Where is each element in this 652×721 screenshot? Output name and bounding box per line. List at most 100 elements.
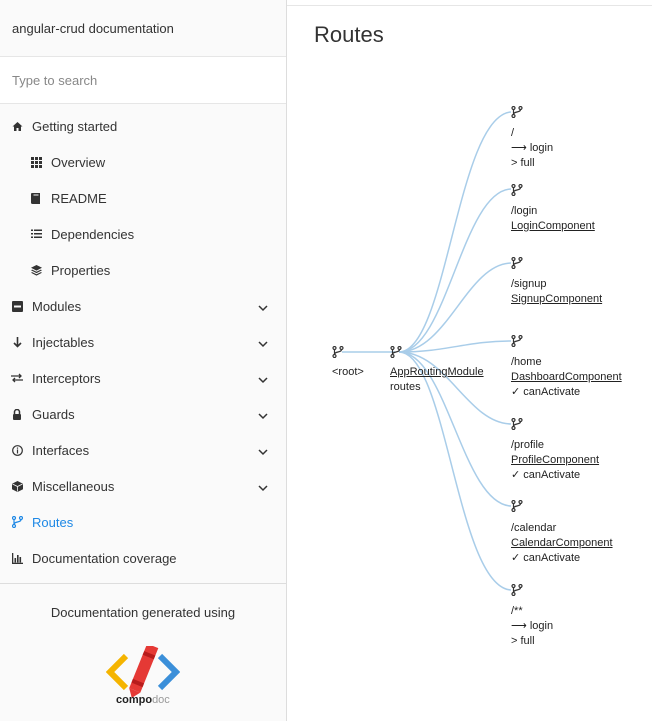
sidebar-menu: Getting started Overview README Dependen… [0,104,286,576]
sidebar-item-interceptors[interactable]: Interceptors [0,360,286,396]
route-redirect: ⟶ login [511,142,554,154]
route-guard: ✓ canActivate [511,386,581,398]
module-link[interactable]: AppRoutingModule [390,365,484,380]
route-path: /** [511,605,523,617]
route-node: /home DashboardComponent ✓ canActivate [511,355,622,400]
branch-icon [332,346,344,358]
arrow-down-icon [11,336,23,348]
route-node: /signup SignupComponent [511,277,602,307]
route-guard: ✓ canActivate [511,552,581,564]
route-node: / ⟶ login > full [511,126,553,171]
footer-text: Documentation generated using [50,605,236,620]
sidebar-item-label: Dependencies [51,226,135,242]
search-box [0,57,286,104]
sidebar-item-label: Miscellaneous [32,478,115,494]
module-node: AppRoutingModule routes [390,365,484,395]
branch-icon [511,335,523,347]
sidebar-item-label: Documentation coverage [32,550,177,566]
branch-icon [511,418,523,430]
edge-module-route-2 [398,188,512,353]
sidebar-item-documentation-coverage[interactable]: Documentation coverage [0,540,286,576]
root-node: <root> [332,365,364,380]
sidebar-item-modules[interactable]: Modules [0,288,286,324]
sidebar-item-getting-started[interactable]: Getting started [0,108,286,144]
route-node: /profile ProfileComponent ✓ canActivate [511,438,599,483]
route-path: / [511,127,515,139]
home-icon [11,120,23,132]
project-title[interactable]: angular-crud documentation [0,0,286,57]
edge-module-route-1 [398,111,512,353]
sidebar-item-label: Injectables [32,334,95,350]
lock-icon [11,408,23,420]
route-path: /calendar [511,522,557,534]
route-node: /login LoginComponent [511,204,595,234]
sidebar-item-interfaces[interactable]: Interfaces [0,432,286,468]
branch-icon [511,257,523,269]
route-pathmatch: > full [511,157,535,169]
branch-icon [511,106,523,118]
component-link[interactable]: ProfileComponent [511,453,599,468]
sidebar-item-readme[interactable]: README [0,180,286,216]
sidebar-item-injectables[interactable]: Injectables [0,324,286,360]
cube-icon [11,480,23,492]
edge-module-route-4 [398,340,512,353]
list-icon [30,228,42,240]
route-pathmatch: > full [511,635,535,647]
route-path: /login [511,205,538,217]
edge-module-route-3 [398,262,512,353]
search-input[interactable] [12,72,274,88]
component-link[interactable]: DashboardComponent [511,370,622,385]
sidebar-item-label: README [51,190,107,206]
sidebar-item-label: Interceptors [32,370,101,386]
component-link[interactable]: LoginComponent [511,219,595,234]
branch-icon [11,516,23,528]
route-path: /profile [511,439,545,451]
sidebar-footer: Documentation generated using compodoc [0,583,286,721]
route-path: /signup [511,278,547,290]
sidebar-item-label: Interfaces [32,442,90,458]
sidebar-item-label: Getting started [32,118,118,134]
chevron-down-icon[interactable] [258,337,268,348]
sidebar-item-label: Modules [32,298,82,314]
chevron-down-icon[interactable] [258,409,268,420]
sidebar-item-label: Properties [51,262,111,278]
sidebar-item-guards[interactable]: Guards [0,396,286,432]
info-icon [11,444,23,456]
sidebar-item-routes[interactable]: Routes [0,504,286,540]
chevron-down-icon[interactable] [258,373,268,384]
component-link[interactable]: CalendarComponent [511,536,613,551]
routes-graph: <root> AppRoutingModule routes / ⟶ login… [287,60,652,721]
sidebar-item-overview[interactable]: Overview [0,144,286,180]
top-divider [287,5,652,6]
branch-icon [511,584,523,596]
route-node: /** ⟶ login > full [511,604,553,649]
bar-chart-icon [11,552,23,564]
branch-icon [390,346,402,358]
branch-icon [511,500,523,512]
route-redirect: ⟶ login [511,620,554,632]
logo-wordmark: compodoc [116,694,170,706]
sidebar-item-dependencies[interactable]: Dependencies [0,216,286,252]
sidebar-item-label: Guards [32,406,75,422]
root-label: <root> [332,366,364,378]
branch-icon [511,184,523,196]
route-guard: ✓ canActivate [511,469,581,481]
chevron-down-icon[interactable] [258,481,268,492]
chevron-down-icon[interactable] [258,445,268,456]
logo-text-bold: compo [116,694,153,706]
sidebar-item-miscellaneous[interactable]: Miscellaneous [0,468,286,504]
page-title: Routes [314,22,384,47]
sidebar-item-label: Routes [32,514,74,530]
swap-icon [11,372,23,384]
logo-text-light: doc [152,694,170,706]
route-path: /home [511,356,542,368]
module-icon [11,300,23,312]
module-sub: routes [390,381,421,393]
chevron-down-icon[interactable] [258,301,268,312]
sidebar-item-label: Overview [51,154,106,170]
component-link[interactable]: SignupComponent [511,292,602,307]
sidebar-item-properties[interactable]: Properties [0,252,286,288]
layers-icon [30,264,42,276]
sidebar: angular-crud documentation Getting start… [0,0,287,721]
grid-icon [30,156,42,168]
